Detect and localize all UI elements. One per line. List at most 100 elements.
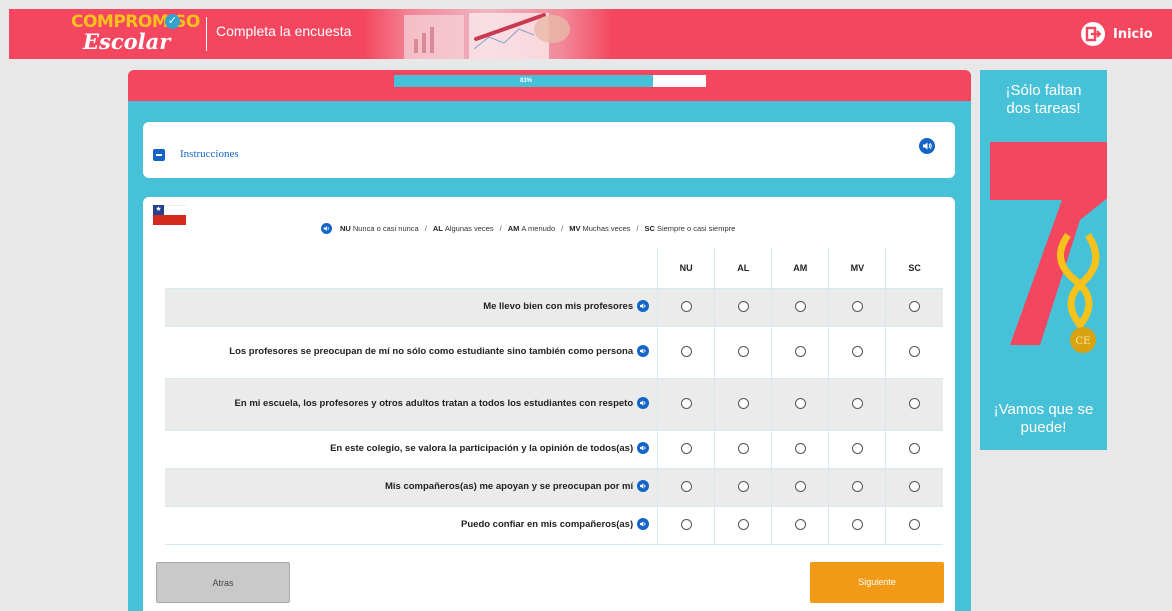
speaker-icon[interactable] (637, 397, 650, 410)
option-cell (828, 505, 886, 545)
scale-legend: NU Nunca o casi nunca / AL Algunas veces / AM A… (321, 221, 735, 235)
question-text: Puedo confiar en mis compañeros(as) (461, 519, 634, 530)
answer-radio[interactable] (909, 481, 921, 493)
answer-radio[interactable] (680, 481, 692, 493)
legend-text: Siempre o casi siempre (656, 223, 736, 233)
legend-text: A menudo (521, 223, 556, 233)
banner-top-line2: dos tareas! (1006, 100, 1081, 117)
answer-radio[interactable] (680, 519, 692, 531)
question-cell: Los profesores se preocupan de mí no sól… (165, 325, 658, 378)
banner-bottom-line2: puede! (1020, 419, 1067, 436)
answer-radio[interactable] (737, 443, 749, 455)
legend-text: Muchas veces (582, 223, 631, 233)
option-cell (771, 467, 829, 506)
answer-radio[interactable] (794, 398, 806, 410)
question-row: Los profesores se preocupan de mí no sól… (165, 325, 943, 378)
speaker-icon[interactable] (637, 480, 650, 493)
answer-radio[interactable] (909, 398, 921, 410)
answer-radio[interactable] (737, 481, 749, 493)
banner-badge-text: CE (1076, 336, 1091, 347)
option-cell (771, 287, 829, 326)
banner-bottom-text: ¡Vamos que se puede! (980, 401, 1107, 437)
answer-radio[interactable] (909, 346, 921, 358)
option-cell (828, 429, 886, 468)
option-cell (714, 377, 772, 430)
answer-radio[interactable] (909, 519, 921, 531)
answer-radio[interactable] (851, 443, 863, 455)
answer-radio[interactable] (680, 301, 692, 313)
option-cell (885, 429, 943, 468)
legend-code: AL (432, 223, 443, 233)
progress-label: 83% (519, 78, 532, 84)
collapse-icon[interactable] (153, 149, 165, 161)
question-cell: Mis compañeros(as) me apoyan y se preocu… (165, 467, 658, 506)
legend-text: Algunas veces (444, 223, 494, 233)
question-cell: Me llevo bien con mis profesores (165, 287, 658, 326)
answer-radio[interactable] (851, 519, 863, 531)
progress-bar: 83% (394, 75, 706, 87)
answer-radio[interactable] (737, 346, 749, 358)
home-label: Inicio (1113, 26, 1153, 42)
question-row: En mi escuela, los profesores y otros ad… (165, 377, 943, 430)
speaker-icon[interactable] (637, 345, 650, 358)
question-cell: Puedo confiar en mis compañeros(as) (165, 505, 658, 545)
home-button[interactable]: Inicio (1081, 20, 1153, 48)
back-button[interactable]: Atras (156, 562, 290, 603)
answer-radio[interactable] (794, 519, 806, 531)
answer-radio[interactable] (680, 443, 692, 455)
legend-separator: / (561, 223, 564, 233)
option-cell (657, 287, 715, 326)
answer-radio[interactable] (794, 443, 806, 455)
answer-radio[interactable] (737, 519, 749, 531)
legend-code: SC (644, 223, 655, 233)
table-header-row: NU AL AM MV SC (165, 248, 943, 288)
option-cell (657, 377, 715, 430)
question-row: Mis compañeros(as) me apoyan y se preocu… (165, 467, 943, 506)
speaker-icon[interactable] (637, 442, 650, 455)
answer-radio[interactable] (794, 301, 806, 313)
next-button[interactable]: Siguiente (810, 562, 944, 603)
logo[interactable]: COMPROMISO ✓ Escolar (71, 12, 211, 56)
speaker-icon[interactable] (919, 138, 935, 154)
question-row: En este colegio, se valora la participac… (165, 429, 943, 468)
speaker-icon[interactable] (321, 222, 332, 234)
legend-code: AM (507, 223, 520, 233)
page-title: Completa la encuesta (216, 23, 352, 39)
option-cell (885, 505, 943, 545)
question-text: En este colegio, se valora la participac… (330, 443, 634, 454)
speaker-icon[interactable] (637, 300, 650, 313)
instructions-toggle[interactable]: Instrucciones (180, 148, 239, 160)
question-cell: En mi escuela, los profesores y otros ad… (165, 377, 658, 430)
answer-radio[interactable] (851, 398, 863, 410)
answer-radio[interactable] (794, 481, 806, 493)
option-cell (714, 429, 772, 468)
option-cell (657, 505, 715, 545)
survey-panel: 83% Instrucciones ★ NU Nunca o casi nunc… (128, 70, 971, 611)
answer-radio[interactable] (737, 398, 749, 410)
motivation-banner: ¡Sólo faltan dos tareas! CE ¡Vamos que s… (980, 70, 1107, 450)
seven-graphic: CE (990, 142, 1107, 353)
option-header: AM (771, 248, 829, 288)
answer-radio[interactable] (851, 481, 863, 493)
option-cell (885, 467, 943, 506)
logo-bottom-text: Escolar (83, 29, 171, 54)
answer-radio[interactable] (737, 301, 749, 313)
instructions-card: Instrucciones (143, 122, 955, 178)
question-text: Mis compañeros(as) me apoyan y se preocu… (384, 481, 634, 492)
answer-radio[interactable] (851, 301, 863, 313)
speaker-icon[interactable] (637, 518, 650, 531)
answer-radio[interactable] (680, 346, 692, 358)
answer-radio[interactable] (909, 301, 921, 313)
answer-radio[interactable] (851, 346, 863, 358)
option-header: MV (828, 248, 886, 288)
option-cell (657, 325, 715, 378)
survey-card: ★ NU Nunca o casi nunca / AL Algunas veces / A… (143, 197, 955, 611)
option-header: NU (657, 248, 715, 288)
option-cell (828, 325, 886, 378)
answer-radio[interactable] (794, 346, 806, 358)
answer-radio[interactable] (680, 398, 692, 410)
question-row: Me llevo bien con mis profesores (165, 287, 943, 326)
option-cell (885, 325, 943, 378)
header-divider (206, 17, 207, 51)
answer-radio[interactable] (909, 443, 921, 455)
